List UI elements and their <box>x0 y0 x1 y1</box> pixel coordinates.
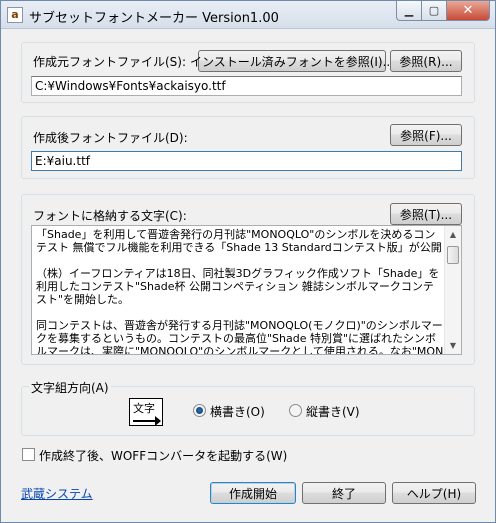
vertical-radio-label[interactable]: 縦書き(V) <box>306 403 360 420</box>
characters-browse-button[interactable]: 参照(T)... <box>390 203 462 225</box>
maximize-button[interactable]: ▢ <box>421 1 447 21</box>
app-icon: a <box>7 7 23 23</box>
source-browse-button[interactable]: 参照(R)... <box>390 50 462 72</box>
scroll-down-icon[interactable]: ▼ <box>445 337 461 354</box>
text-direction-icon-text: 文字 <box>133 402 155 415</box>
characters-label: フォントに格納する文字(C): <box>33 209 187 223</box>
create-button[interactable]: 作成開始 <box>210 482 296 504</box>
horizontal-radio-label[interactable]: 横書き(O) <box>210 403 265 420</box>
minimize-icon: ▁ <box>404 4 414 17</box>
source-font-label: 作成元フォントファイル(S): <box>33 55 187 69</box>
close-button[interactable]: ✕ <box>446 1 490 21</box>
woff-converter-label[interactable]: 作成終了後、WOFFコンバータを起動する(W) <box>39 447 287 464</box>
help-button[interactable]: ヘルプ(H) <box>392 482 476 504</box>
direction-label: 文字組方向(A) <box>29 379 111 396</box>
musashi-system-link[interactable]: 武蔵システム <box>21 485 93 502</box>
horizontal-radio[interactable] <box>193 404 206 417</box>
right-arrow-icon <box>133 416 161 426</box>
characters-textarea[interactable]: 「Shade」を利用して晋遊舎発行の月刊誌"MONOQLO"のシンボルを決めるコ… <box>31 225 462 355</box>
maximize-icon: ▢ <box>428 4 440 17</box>
vertical-radio[interactable] <box>289 404 302 417</box>
characters-text: 「Shade」を利用して晋遊舎発行の月刊誌"MONOQLO"のシンボルを決めるコ… <box>36 228 444 355</box>
main-window: a サブセットフォントメーカー Version1.00 ▁ ▢ ✕ 作成元フォン… <box>0 0 496 523</box>
scroll-thumb[interactable] <box>447 246 459 264</box>
output-font-path-input[interactable] <box>31 151 462 171</box>
output-browse-button[interactable]: 参照(F)... <box>390 124 462 146</box>
installed-fonts-button[interactable]: インストール済みフォントを参照(I)... <box>190 50 394 72</box>
text-direction-icon: 文字 <box>129 398 163 426</box>
woff-converter-checkbox[interactable] <box>22 448 35 461</box>
window-title: サブセットフォントメーカー Version1.00 <box>29 11 279 26</box>
scroll-up-icon[interactable]: ▲ <box>445 226 461 243</box>
output-font-label: 作成後フォントファイル(D): <box>33 131 188 145</box>
exit-button[interactable]: 終了 <box>302 482 386 504</box>
vertical-scrollbar[interactable]: ▲ ▼ <box>444 226 461 354</box>
close-icon: ✕ <box>462 3 474 18</box>
minimize-button[interactable]: ▁ <box>396 1 422 21</box>
title-bar[interactable]: a サブセットフォントメーカー Version1.00 ▁ ▢ ✕ <box>1 1 495 29</box>
source-font-path-input[interactable] <box>31 76 462 96</box>
